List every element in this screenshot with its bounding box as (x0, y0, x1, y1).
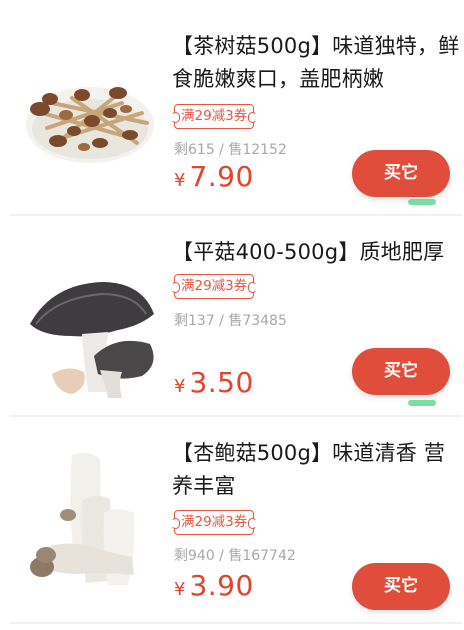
product-list: 【茶树菇500g】味道独特，鲜食脆嫩爽口，盖肥柄嫩 满29减3券 剩615 / … (0, 0, 464, 630)
product-card[interactable]: 【杏鲍菇500g】味道清香 营养丰富 满29减3券 剩940 / 售167742… (0, 423, 464, 623)
button-shadow-accent (408, 199, 436, 205)
price-value: 7.90 (189, 160, 254, 193)
product-price: ¥ 3.90 (174, 569, 254, 602)
coupon-badge: 满29减3券 (170, 274, 258, 299)
price-value: 3.90 (189, 569, 254, 602)
product-card[interactable]: 【茶树菇500g】味道独特，鲜食脆嫩爽口，盖肥柄嫩 满29减3券 剩615 / … (0, 7, 464, 207)
buy-button[interactable]: 买它 (352, 563, 450, 610)
divider (10, 622, 462, 624)
currency-symbol: ¥ (174, 376, 186, 397)
product-price: ¥ 3.50 (174, 366, 254, 399)
stock-sales-text: 剩137 / 售73485 (174, 313, 287, 329)
product-image-king-oyster-mushroom[interactable] (22, 445, 162, 595)
product-price: ¥ 7.90 (174, 160, 254, 193)
coupon-badge: 满29减3券 (170, 104, 258, 129)
buy-button[interactable]: 买它 (352, 348, 450, 395)
currency-symbol: ¥ (174, 170, 186, 191)
stock-sales-text: 剩615 / 售12152 (174, 142, 287, 158)
currency-symbol: ¥ (174, 579, 186, 600)
product-title[interactable]: 【杏鲍菇500g】味道清香 营养丰富 (172, 437, 464, 503)
product-title[interactable]: 【茶树菇500g】味道独特，鲜食脆嫩爽口，盖肥柄嫩 (172, 30, 464, 96)
buy-button[interactable]: 买它 (352, 150, 450, 197)
product-card[interactable]: 【平菇400-500g】质地肥厚 满29减3券 剩137 / 售73485 ¥ … (0, 222, 464, 422)
product-image-oyster-mushroom[interactable] (22, 264, 162, 414)
button-shadow-accent (408, 400, 436, 406)
price-value: 3.50 (189, 366, 254, 399)
divider (10, 415, 462, 417)
product-image-tea-tree-mushroom[interactable] (22, 43, 162, 193)
divider (10, 214, 462, 216)
coupon-badge: 满29减3券 (170, 510, 258, 535)
stock-sales-text: 剩940 / 售167742 (174, 548, 296, 564)
product-title[interactable]: 【平菇400-500g】质地肥厚 (172, 236, 464, 269)
